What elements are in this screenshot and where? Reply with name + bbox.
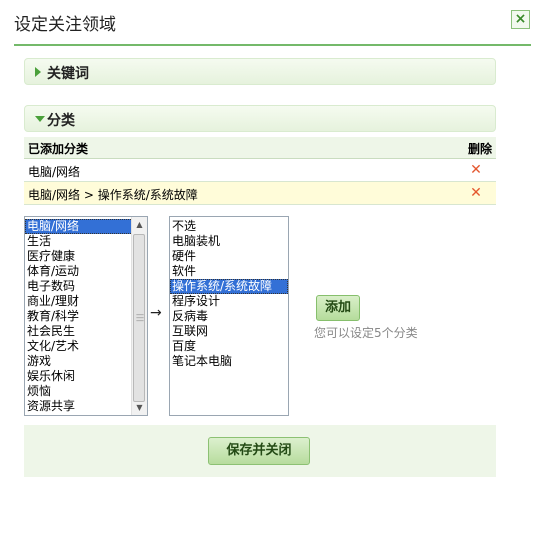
right-option[interactable]: 操作系统/系统故障: [170, 279, 288, 294]
left-option[interactable]: 娱乐休闲: [25, 369, 147, 384]
primary-category-list[interactable]: 电脑/网络 生活 医疗健康 体育/运动 电子数码 商业/理财 教育/科学 社会民生 文化/艺术游…: [24, 216, 148, 416]
added-categories-table: 已添加分类 删除 电脑/网络 ✕ 电脑/网络 > 操作系统/系统故障 ✕: [24, 137, 496, 205]
right-option[interactable]: 不选: [170, 219, 288, 234]
left-option[interactable]: 文化/艺术: [25, 339, 147, 354]
table-row: 电脑/网络 > 操作系统/系统故障 ✕: [24, 182, 496, 205]
keywords-section-label: 关键词: [47, 66, 89, 82]
dialog-footer: 保存并关闭: [24, 425, 496, 477]
scroll-thumb[interactable]: — — —: [133, 234, 145, 402]
close-button[interactable]: ×: [511, 10, 530, 29]
right-option[interactable]: 反病毒: [170, 309, 288, 324]
close-icon: ×: [514, 11, 527, 27]
table-row: 电脑/网络 ✕: [24, 159, 496, 182]
save-and-close-button[interactable]: 保存并关闭: [208, 437, 310, 465]
left-option[interactable]: 商业/理财: [25, 294, 147, 309]
right-option[interactable]: 软件: [170, 264, 288, 279]
left-option[interactable]: 教育/科学: [25, 309, 147, 324]
left-option[interactable]: 电子数码: [25, 279, 147, 294]
left-option[interactable]: 电脑/网络: [25, 219, 147, 234]
dialog: 设定关注领域 × 关键词 分类 已添加分类 删除 电脑/网络 ✕ 电脑/网络 >…: [0, 0, 548, 544]
category-label: 电脑/网络 > 操作系统/系统故障: [28, 188, 198, 202]
header-added-categories: 已添加分类: [28, 142, 89, 156]
limit-hint: 您可以设定5个分类: [314, 326, 418, 340]
right-option[interactable]: 电脑装机: [170, 234, 288, 249]
keywords-section-header[interactable]: 关键词: [24, 58, 496, 85]
dialog-title: 设定关注领域: [14, 15, 116, 35]
right-option[interactable]: 硬件: [170, 249, 288, 264]
right-option[interactable]: 互联网: [170, 324, 288, 339]
arrow-icon: →: [150, 305, 162, 321]
header-delete: 删除: [467, 142, 492, 156]
title-divider: [14, 44, 531, 46]
delete-icon[interactable]: ✕: [470, 163, 482, 177]
left-option[interactable]: 医疗健康: [25, 249, 147, 264]
right-option[interactable]: 程序设计: [170, 294, 288, 309]
categories-section-label: 分类: [47, 113, 75, 129]
left-option[interactable]: 资源共享: [25, 399, 147, 414]
delete-icon[interactable]: ✕: [470, 186, 482, 200]
scroll-up-icon[interactable]: ▲: [132, 217, 147, 232]
left-option[interactable]: 游戏: [25, 354, 147, 369]
secondary-category-list[interactable]: 不选 电脑装机 硬件 软件 操作系统/系统故障 程序设计 反病毒 互联网 百度 笔记本电脑: [169, 216, 289, 416]
right-option[interactable]: 百度: [170, 339, 288, 354]
list-scrollbar[interactable]: ▲ — — — ▼: [131, 217, 147, 415]
add-button[interactable]: 添加: [316, 295, 360, 321]
collapse-arrow-icon: [35, 116, 45, 122]
left-option[interactable]: 生活: [25, 234, 147, 249]
category-label: 电脑/网络: [28, 165, 81, 179]
left-option[interactable]: 体育/运动: [25, 264, 147, 279]
categories-section-header[interactable]: 分类: [24, 105, 496, 132]
expand-arrow-icon: [35, 67, 41, 77]
table-header: 已添加分类 删除: [24, 137, 496, 159]
left-option[interactable]: 社会民生: [25, 324, 147, 339]
left-option[interactable]: 烦恼: [25, 384, 147, 399]
scroll-down-icon[interactable]: ▼: [132, 400, 147, 415]
right-option[interactable]: 笔记本电脑: [170, 354, 288, 369]
grip-icon: — — —: [136, 310, 144, 325]
